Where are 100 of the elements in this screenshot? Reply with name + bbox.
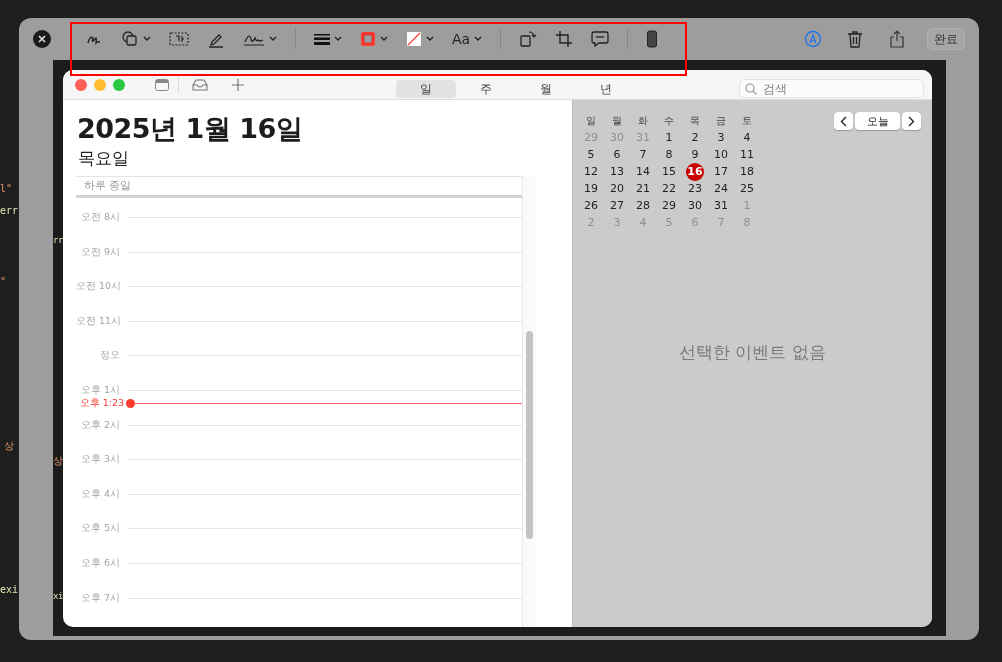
chevron-icon <box>474 36 483 42</box>
code-fragment: rr <box>53 234 63 246</box>
hour-label: 오후 4시 <box>79 487 120 500</box>
current-time-label: 오후 1:23 <box>78 397 124 411</box>
hour-label: 오전 10시 <box>76 280 120 293</box>
calendar-day[interactable]: 25 <box>738 180 756 197</box>
view-tab[interactable]: 주 <box>456 80 516 98</box>
inbox-icon <box>192 78 208 91</box>
speech-bubble-icon <box>591 30 610 48</box>
code-fragment: 상 <box>4 440 14 452</box>
calendar-icon <box>155 78 169 91</box>
close-icon <box>38 35 46 43</box>
view-tab[interactable]: 일 <box>396 80 456 98</box>
chevron-left-icon <box>840 115 847 127</box>
hour-label: 정오 <box>99 349 120 362</box>
next-button[interactable] <box>902 112 921 130</box>
date-title: 2025년 1월 16일 <box>77 112 304 146</box>
slashed-square-icon <box>406 31 422 47</box>
hour-label: 오후 2시 <box>79 418 120 431</box>
chevron-icon <box>334 36 342 42</box>
weekday-header: 월 <box>611 113 623 128</box>
scrollbar-thumb[interactable] <box>526 331 533 539</box>
chevron-icon <box>269 36 277 42</box>
previous-button[interactable] <box>834 112 853 130</box>
calendar-day[interactable]: 7 <box>634 146 652 163</box>
calendar-day[interactable]: 6 <box>608 146 626 163</box>
chevron-icon <box>143 36 151 42</box>
chevron-icon <box>380 36 388 42</box>
empty-message: 선택한 이벤트 없음 <box>678 341 827 364</box>
all-day-label: 하루 종일 <box>84 179 132 193</box>
view-tab[interactable]: 년 <box>576 80 636 98</box>
hour-label: 오후 1시 <box>79 383 120 396</box>
search-icon <box>745 82 757 95</box>
square-icon <box>360 31 376 47</box>
phone-icon <box>646 30 659 48</box>
weekday-header: 토 <box>741 113 753 128</box>
calendar-day[interactable]: 31 <box>712 197 730 214</box>
calendar-day[interactable]: 20 <box>608 180 626 197</box>
view-tab[interactable]: 월 <box>516 80 576 98</box>
hour-label: 오전 11시 <box>76 314 120 327</box>
hour-label: 오후 7시 <box>79 591 120 604</box>
zoom-button[interactable] <box>113 78 125 91</box>
plus-icon <box>232 78 244 91</box>
code-fragment: xi <box>53 590 63 602</box>
calendar-day[interactable]: 27 <box>608 197 626 214</box>
weekday-header: 수 <box>663 113 675 128</box>
hour-label: 오후 5시 <box>79 522 120 535</box>
calendar-day[interactable]: 8 <box>660 146 678 163</box>
text-box-icon <box>169 31 189 47</box>
weekday-header: 일 <box>585 113 597 128</box>
calendar-day[interactable]: 18 <box>738 163 756 180</box>
close-button[interactable] <box>33 30 51 48</box>
calendar-day[interactable]: 11 <box>738 146 756 163</box>
calendar-day[interactable]: 15 <box>660 163 678 180</box>
weekday-label: 목요일 <box>78 147 130 169</box>
text-style-button[interactable]: Aa <box>446 27 489 51</box>
chevron-icon <box>426 36 434 42</box>
code-fragment: " <box>0 276 7 288</box>
search-field[interactable]: 검색 <box>739 79 924 98</box>
hour-label: 오전 8시 <box>79 211 120 223</box>
code-fragment: exi <box>0 584 19 596</box>
calendar-day[interactable]: 2 <box>686 129 704 146</box>
calendar-day[interactable]: 28 <box>634 197 652 214</box>
lines-icon <box>314 32 330 46</box>
weekday-header: 금 <box>715 113 727 128</box>
calendar-day[interactable]: 9 <box>686 146 704 163</box>
hour-label: 오후 6시 <box>79 556 120 569</box>
calendar-day[interactable]: 22 <box>660 180 678 197</box>
calendar-day[interactable]: 12 <box>582 163 600 180</box>
calendar-day[interactable]: 30 <box>686 197 704 214</box>
calendar-day[interactable]: 14 <box>634 163 652 180</box>
calendar-day[interactable]: 1 <box>660 129 678 146</box>
calendar-day[interactable]: 16 <box>686 162 704 181</box>
crop-icon <box>555 30 574 48</box>
calendar-day[interactable]: 10 <box>712 146 730 163</box>
calendar-day[interactable]: 24 <box>712 180 730 197</box>
calendar-day[interactable]: 23 <box>686 180 704 197</box>
calendar-day[interactable]: 13 <box>608 163 626 180</box>
calendar-day[interactable]: 17 <box>712 163 730 180</box>
trash-icon <box>847 30 863 48</box>
code-fragment: 상 <box>53 455 63 467</box>
today-button[interactable]: 오늘 <box>855 112 900 130</box>
calendar-day[interactable]: 29 <box>660 197 678 214</box>
weekday-header: 화 <box>637 113 649 128</box>
done-button[interactable]: 완료 <box>927 28 965 50</box>
shapes-icon <box>121 30 139 48</box>
chevron-right-icon <box>908 115 915 127</box>
calendar-day[interactable]: 21 <box>634 180 652 197</box>
calendar-day[interactable]: 4 <box>738 129 756 146</box>
rotate-icon <box>519 30 538 48</box>
hour-label: 오전 9시 <box>79 245 120 258</box>
share-icon <box>889 30 905 48</box>
calendar-day[interactable]: 26 <box>582 197 600 214</box>
hour-label: 오후 3시 <box>79 453 120 466</box>
calendar-day[interactable]: 19 <box>582 180 600 197</box>
weekday-header: 목 <box>689 113 701 128</box>
code-fragment: l" <box>0 183 13 195</box>
code-fragment: err <box>0 205 19 217</box>
calendar-day[interactable]: 3 <box>712 129 730 146</box>
calendar-day[interactable]: 5 <box>582 146 600 163</box>
